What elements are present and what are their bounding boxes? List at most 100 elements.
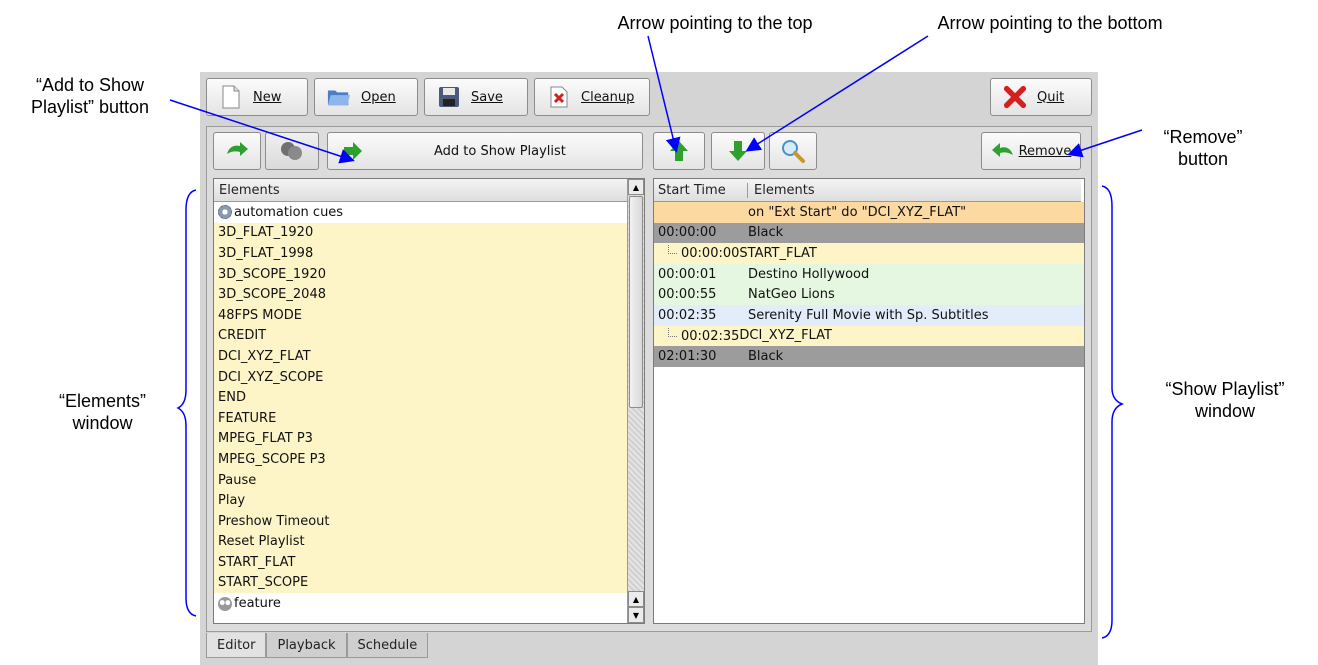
table-row[interactable]: 00:00:01 Destino Hollywood	[654, 263, 1084, 285]
elements-window-brace	[176, 189, 197, 617]
list-item[interactable]: DCI_XYZ_SCOPE	[214, 366, 627, 388]
elements-scrollbar[interactable]: ▲ ▲ ▼	[627, 179, 644, 623]
move-up-button[interactable]	[653, 132, 705, 170]
open-folder-icon	[327, 85, 351, 109]
elements-header[interactable]: Elements	[214, 179, 627, 202]
annotation-line: window	[1194, 401, 1256, 421]
tab-schedule[interactable]: Schedule	[346, 633, 429, 658]
start-time-cell: 00:00:00	[654, 245, 739, 261]
list-item-label: 3D_SCOPE_1920	[218, 266, 326, 282]
annotation-add-button: “Add to Show Playlist” button	[6, 74, 174, 118]
start-time-cell: 00:00:01	[658, 266, 717, 282]
list-item-label: MPEG_SCOPE P3	[218, 451, 326, 467]
tab-bar: Editor Playback Schedule	[206, 633, 429, 659]
down-arrow-icon	[729, 141, 747, 161]
list-item[interactable]: START_FLAT	[214, 552, 627, 573]
list-item[interactable]: 3D_SCOPE_1920	[214, 263, 627, 285]
list-item[interactable]: Pause	[214, 469, 627, 491]
list-item[interactable]: MPEG_SCOPE P3	[214, 449, 627, 470]
list-item-label: FEATURE	[218, 410, 277, 426]
element-cell: on "Ext Start" do "DCI_XYZ_FLAT"	[748, 204, 967, 220]
element-cell: NatGeo Lions	[748, 287, 835, 303]
annotation-line: Playlist” button	[30, 97, 150, 117]
new-button[interactable]: New	[206, 78, 308, 116]
table-row[interactable]: 00:00:00 Black	[654, 222, 1084, 244]
list-item[interactable]: 3D_FLAT_1998	[214, 243, 627, 264]
list-item-label: DCI_XYZ_SCOPE	[218, 369, 324, 385]
element-cell: Black	[748, 225, 784, 241]
start-time-cell: 00:00:55	[658, 287, 717, 303]
list-item[interactable]: Play	[214, 490, 627, 511]
table-row[interactable]: 00:00:00 START_FLAT	[654, 243, 1084, 264]
main-toolbar: New Open Save Cleanup Quit	[206, 76, 1092, 120]
list-item-label: Reset Playlist	[218, 534, 305, 550]
list-item[interactable]: 3D_SCOPE_2048	[214, 284, 627, 305]
list-item[interactable]: feature	[214, 593, 627, 614]
up-arrow-icon	[670, 141, 688, 161]
save-button[interactable]: Save	[424, 78, 528, 116]
open-button[interactable]: Open	[314, 78, 418, 116]
group-button[interactable]	[265, 132, 319, 170]
list-item[interactable]: START_SCOPE	[214, 572, 627, 594]
scroll-top-button[interactable]: ▲	[628, 179, 644, 195]
elements-list[interactable]: Elements automation cues 3D_FLAT_1920 3D_F…	[213, 178, 645, 624]
list-item[interactable]: 48FPS MODE	[214, 304, 627, 326]
table-row[interactable]: 00:02:35 DCI_XYZ_FLAT	[654, 325, 1084, 347]
show-playlist-list[interactable]: Start Time Elements on "Ext Start" do "D…	[653, 178, 1085, 624]
gear-icon	[218, 205, 232, 220]
list-item-label: CREDIT	[218, 328, 267, 344]
list-item[interactable]: END	[214, 387, 627, 408]
tab-playback[interactable]: Playback	[266, 633, 347, 658]
list-item-label: MPEG_FLAT P3	[218, 431, 313, 447]
list-item[interactable]: automation cues	[214, 202, 627, 223]
start-time-column-header[interactable]: Start Time	[654, 182, 748, 198]
list-item[interactable]: Preshow Timeout	[214, 510, 627, 532]
start-time-cell: 00:00:00	[658, 225, 717, 241]
cleanup-button[interactable]: Cleanup	[534, 78, 650, 116]
move-down-button[interactable]	[711, 132, 765, 170]
elements-header-label: Elements	[219, 182, 280, 198]
quit-x-icon	[1003, 85, 1027, 109]
start-time-cell: 00:02:35	[654, 327, 740, 344]
remove-button-label: Remove	[1018, 143, 1072, 159]
refresh-button[interactable]	[213, 132, 261, 170]
playlist-header: Start Time Elements	[654, 179, 1081, 202]
scroll-thumb[interactable]	[629, 196, 643, 408]
tree-branch-icon	[668, 245, 677, 255]
list-item[interactable]: MPEG_FLAT P3	[214, 428, 627, 450]
tab-editor[interactable]: Editor	[206, 633, 267, 658]
list-item[interactable]: CREDIT	[214, 325, 627, 347]
new-document-icon	[219, 85, 243, 109]
start-time-text: 00:02:35	[681, 328, 740, 344]
scroll-down-button[interactable]: ▼	[628, 607, 644, 623]
elements-rows: automation cues 3D_FLAT_1920 3D_FLAT_1998 3…	[214, 202, 627, 614]
scroll-up-button[interactable]: ▲	[628, 591, 644, 607]
list-item[interactable]: FEATURE	[214, 407, 627, 429]
table-row[interactable]: 02:01:30 Black	[654, 346, 1084, 367]
annotation-show-playlist-window: “Show Playlist” window	[1140, 378, 1310, 422]
element-cell: DCI_XYZ_FLAT	[739, 328, 832, 344]
list-item[interactable]: DCI_XYZ_FLAT	[214, 346, 627, 367]
search-button[interactable]	[769, 132, 817, 170]
film-reel-icon	[218, 596, 232, 611]
table-row[interactable]: 00:00:55 NatGeo Lions	[654, 284, 1084, 305]
element-cell: Black	[748, 348, 784, 364]
save-button-label: Save	[471, 89, 503, 105]
annotation-line: “Show Playlist”	[1165, 379, 1285, 399]
table-row[interactable]: 00:02:35 Serenity Full Movie with Sp. Sub…	[654, 304, 1084, 326]
magnifier-icon	[782, 140, 805, 163]
remove-arrow-icon	[991, 143, 1013, 157]
elements-column-header[interactable]: Elements	[748, 183, 815, 198]
table-row[interactable]: on "Ext Start" do "DCI_XYZ_FLAT"	[654, 202, 1084, 223]
refresh-arrow-icon	[227, 142, 248, 156]
playlist-rows: on "Ext Start" do "DCI_XYZ_FLAT" 00:00:00…	[654, 202, 1084, 367]
list-item[interactable]: 3D_FLAT_1920	[214, 222, 627, 244]
remove-button[interactable]: Remove	[981, 132, 1081, 170]
group-circles-icon	[281, 142, 302, 160]
quit-button[interactable]: Quit	[990, 78, 1092, 116]
tree-branch-icon	[668, 327, 677, 337]
element-cell: Destino Hollywood	[748, 266, 870, 282]
list-item[interactable]: Reset Playlist	[214, 531, 627, 553]
add-to-show-playlist-button[interactable]: Add to Show Playlist	[327, 132, 643, 170]
add-to-show-playlist-label: Add to Show Playlist	[434, 143, 566, 159]
